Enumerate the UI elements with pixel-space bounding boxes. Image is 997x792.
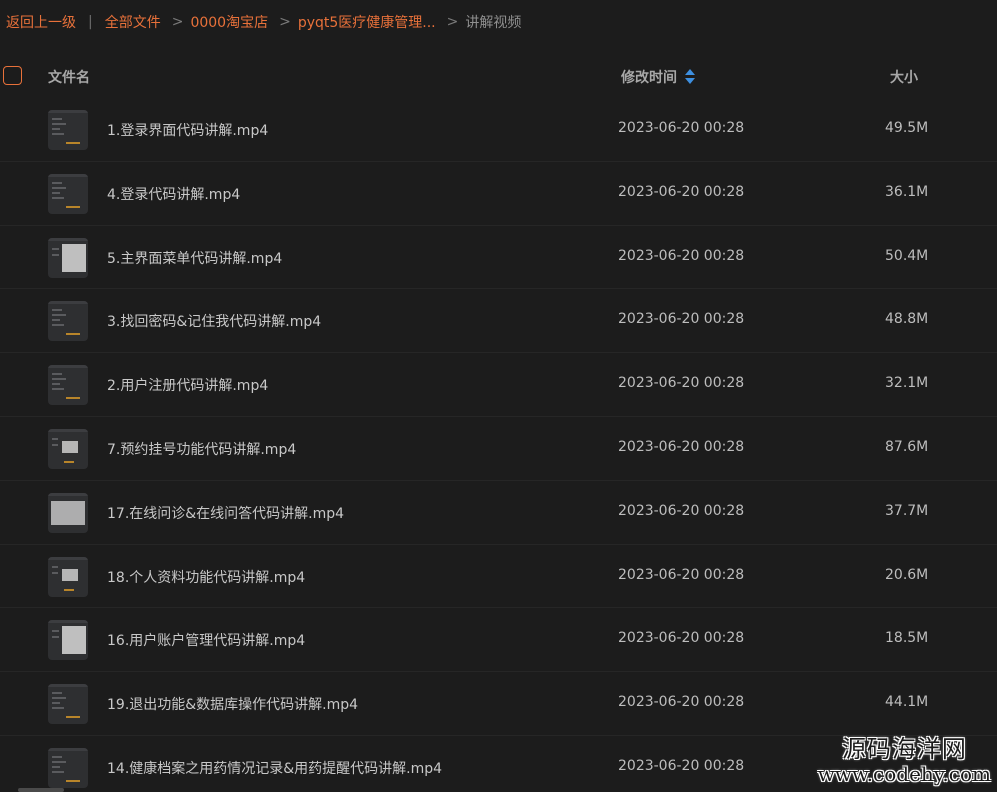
video-thumbnail-icon[interactable] — [48, 620, 88, 661]
back-link[interactable]: 返回上一级 — [6, 12, 76, 32]
video-thumbnail-icon[interactable] — [48, 110, 88, 150]
file-name[interactable]: 17.在线问诊&在线问答代码讲解.mp4 — [107, 503, 344, 523]
file-name[interactable]: 18.个人资料功能代码讲解.mp4 — [107, 567, 305, 587]
file-modified-time: 2023-06-20 00:28 — [618, 566, 745, 583]
file-size: 37.7M — [885, 502, 929, 519]
column-header-name[interactable]: 文件名 — [48, 67, 90, 87]
file-table-header: 文件名 修改时间 大小 — [0, 56, 997, 96]
video-thumbnail-icon[interactable] — [48, 173, 88, 214]
file-size: 36.1M — [885, 183, 929, 200]
table-row[interactable]: 3.找回密码&记住我代码讲解.mp4 2023-06-20 00:28 48.8M — [0, 289, 997, 354]
horizontal-scrollbar[interactable] — [18, 788, 64, 792]
file-size: 48.8M — [885, 311, 929, 328]
watermark: 源码海洋网 www.codehy.com — [818, 729, 991, 786]
breadcrumb-separator: > — [171, 14, 184, 30]
file-name[interactable]: 2.用户注册代码讲解.mp4 — [107, 375, 268, 395]
file-name[interactable]: 16.用户账户管理代码讲解.mp4 — [107, 630, 305, 650]
sort-icon[interactable] — [685, 69, 695, 85]
video-thumbnail-icon[interactable] — [48, 684, 88, 725]
file-size: 50.4M — [885, 247, 929, 264]
table-row[interactable]: 16.用户账户管理代码讲解.mp4 2023-06-20 00:28 18.5M — [0, 608, 997, 673]
breadcrumb-separator: > — [446, 14, 459, 30]
file-name[interactable]: 19.退出功能&数据库操作代码讲解.mp4 — [107, 694, 358, 714]
table-row[interactable]: 2.用户注册代码讲解.mp4 2023-06-20 00:28 32.1M — [0, 353, 997, 417]
table-row[interactable]: 17.在线问诊&在线问答代码讲解.mp4 2023-06-20 00:28 37.7… — [0, 481, 997, 545]
breadcrumb-divider: | — [88, 14, 93, 30]
column-header-size[interactable]: 大小 — [890, 67, 918, 87]
file-size: 20.6M — [885, 566, 929, 583]
video-thumbnail-icon[interactable] — [48, 237, 88, 278]
select-all-checkbox[interactable] — [3, 66, 22, 85]
watermark-name: 源码海洋网 — [841, 735, 967, 763]
file-modified-time: 2023-06-20 00:28 — [618, 311, 745, 328]
file-modified-time: 2023-06-20 00:28 — [618, 502, 745, 519]
table-row[interactable]: 1.登录界面代码讲解.mp4 2023-06-20 00:28 49.5M — [0, 98, 997, 162]
video-thumbnail-icon[interactable] — [48, 556, 88, 597]
video-thumbnail-icon[interactable] — [48, 301, 88, 342]
file-name[interactable]: 5.主界面菜单代码讲解.mp4 — [107, 248, 282, 268]
table-row[interactable]: 19.退出功能&数据库操作代码讲解.mp4 2023-06-20 00:28 44.… — [0, 672, 997, 736]
video-thumbnail-icon[interactable] — [48, 428, 88, 469]
file-size: 18.5M — [885, 630, 929, 647]
file-name[interactable]: 1.登录界面代码讲解.mp4 — [107, 120, 268, 140]
file-modified-time: 2023-06-20 00:28 — [618, 183, 745, 200]
watermark-url: www.codehy.com — [817, 762, 991, 786]
file-modified-time: 2023-06-20 00:28 — [618, 120, 745, 136]
breadcrumb-all-files[interactable]: 全部文件 — [105, 12, 161, 32]
file-modified-time: 2023-06-20 00:28 — [618, 438, 745, 455]
file-modified-time: 2023-06-20 00:28 — [618, 757, 745, 774]
file-size: 49.5M — [885, 120, 929, 136]
column-header-time-label: 修改时间 — [621, 70, 677, 86]
file-size: 44.1M — [885, 694, 929, 711]
file-modified-time: 2023-06-20 00:28 — [618, 247, 745, 264]
breadcrumb-project-folder[interactable]: pyqt5医疗健康管理... — [298, 12, 436, 32]
file-modified-time: 2023-06-20 00:28 — [618, 375, 745, 392]
breadcrumb-taobao-folder[interactable]: 0000淘宝店 — [190, 12, 268, 32]
table-row[interactable]: 5.主界面菜单代码讲解.mp4 2023-06-20 00:28 50.4M — [0, 226, 997, 290]
file-name[interactable]: 14.健康档案之用药情况记录&用药提醒代码讲解.mp4 — [107, 758, 442, 778]
breadcrumb-current: 讲解视频 — [465, 15, 522, 31]
table-row[interactable]: 7.预约挂号功能代码讲解.mp4 2023-06-20 00:28 87.6M — [0, 417, 997, 481]
file-size: 87.6M — [885, 438, 929, 455]
file-name[interactable]: 3.找回密码&记住我代码讲解.mp4 — [107, 311, 321, 331]
video-thumbnail-icon[interactable] — [48, 747, 88, 788]
video-thumbnail-icon[interactable] — [48, 365, 88, 406]
breadcrumb: 返回上一级 | 全部文件 > 0000淘宝店 > pyqt5医疗健康管理... … — [0, 0, 997, 44]
breadcrumb-separator: > — [279, 14, 291, 30]
file-modified-time: 2023-06-20 00:28 — [618, 630, 745, 647]
file-name[interactable]: 4.登录代码讲解.mp4 — [107, 184, 240, 204]
file-modified-time: 2023-06-20 00:28 — [618, 694, 745, 711]
file-size: 32.1M — [885, 375, 929, 392]
file-name[interactable]: 7.预约挂号功能代码讲解.mp4 — [107, 439, 296, 459]
column-header-time[interactable]: 修改时间 — [621, 67, 695, 87]
table-row[interactable]: 18.个人资料功能代码讲解.mp4 2023-06-20 00:28 20.6M — [0, 545, 997, 609]
file-browser-page: 返回上一级 | 全部文件 > 0000淘宝店 > pyqt5医疗健康管理... … — [0, 0, 997, 792]
file-list: 1.登录界面代码讲解.mp4 2023-06-20 00:28 49.5M 4.登录代… — [0, 98, 997, 792]
video-thumbnail-icon[interactable] — [48, 492, 88, 533]
table-row[interactable]: 4.登录代码讲解.mp4 2023-06-20 00:28 36.1M — [0, 162, 997, 226]
